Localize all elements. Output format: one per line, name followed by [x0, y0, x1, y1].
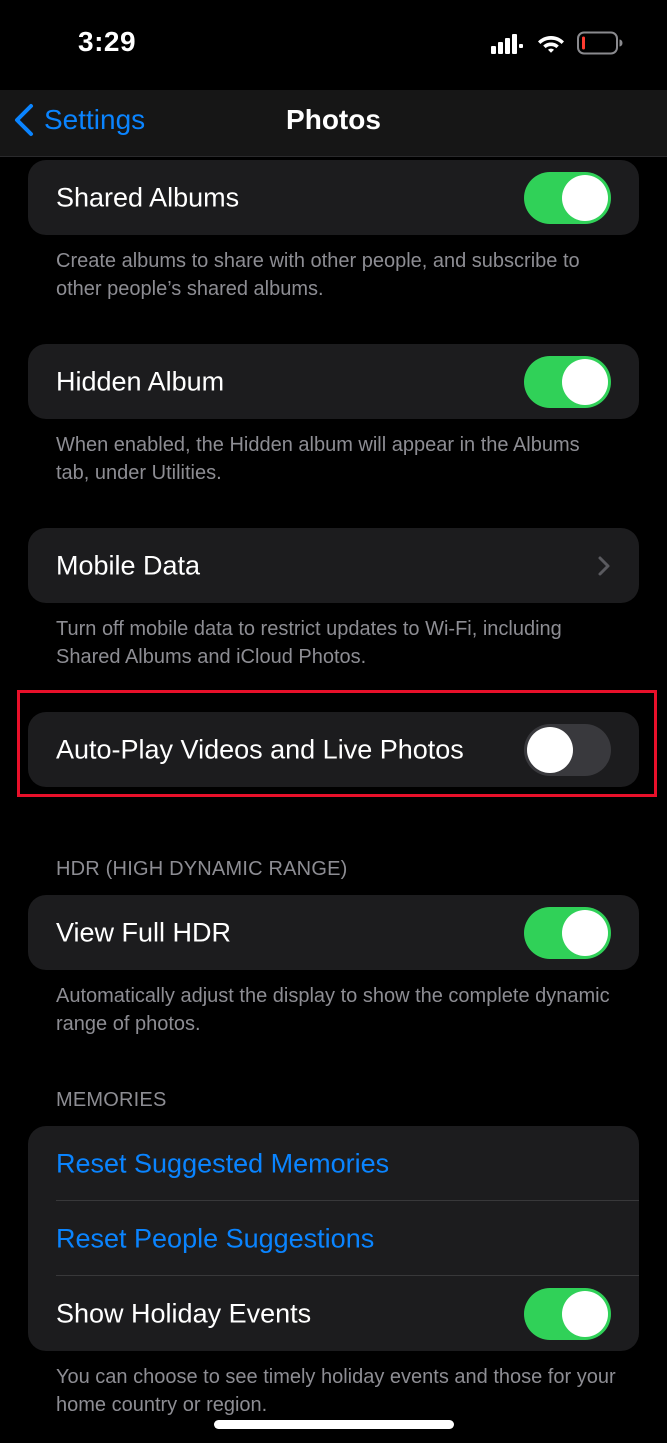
hidden-album-row: Hidden Album: [28, 344, 639, 419]
hdr-section-header: HDR (HIGH DYNAMIC RANGE): [56, 858, 348, 880]
reset-people-suggestions-button[interactable]: Reset People Suggestions: [56, 1223, 374, 1254]
reset-suggested-memories-row[interactable]: Reset Suggested Memories: [28, 1126, 639, 1201]
show-holiday-events-row: Show Holiday Events: [28, 1276, 639, 1351]
mobile-data-card: Mobile Data: [28, 528, 639, 603]
hidden-album-card: Hidden Album: [28, 344, 639, 419]
wifi-icon: [537, 32, 565, 59]
view-full-hdr-toggle[interactable]: [524, 906, 611, 959]
show-holiday-events-label: Show Holiday Events: [56, 1298, 312, 1328]
navigation-bar: Settings Photos: [0, 90, 667, 157]
toggle-knob: [562, 909, 608, 956]
home-indicator[interactable]: [214, 1420, 454, 1429]
reset-people-suggestions-row[interactable]: Reset People Suggestions: [28, 1201, 639, 1276]
mobile-data-label: Mobile Data: [56, 550, 201, 580]
cellular-signal-icon: [491, 32, 525, 59]
toggle-knob: [562, 1290, 608, 1337]
hdr-footer: Automatically adjust the display to show…: [56, 985, 610, 1035]
hdr-card: View Full HDR: [28, 895, 639, 970]
shared-albums-footer: Create albums to share with other people…: [56, 250, 580, 300]
reset-suggested-memories-button[interactable]: Reset Suggested Memories: [56, 1148, 389, 1179]
mobile-data-footer: Turn off mobile data to restrict updates…: [56, 618, 562, 668]
shared-albums-label: Shared Albums: [56, 182, 240, 212]
hidden-album-toggle[interactable]: [524, 355, 611, 408]
status-bar: 3:29: [0, 0, 667, 90]
toggle-knob: [562, 174, 608, 221]
shared-albums-toggle[interactable]: [524, 171, 611, 224]
page-title: Photos: [286, 104, 381, 135]
view-full-hdr-row: View Full HDR: [28, 895, 639, 970]
memories-section-header: MEMORIES: [56, 1089, 167, 1111]
hidden-album-label: Hidden Album: [56, 366, 225, 396]
highlight-annotation-box: [17, 690, 657, 797]
mobile-data-row[interactable]: Mobile Data: [28, 528, 639, 603]
shared-albums-card: Shared Albums: [28, 160, 639, 235]
shared-albums-row: Shared Albums: [28, 160, 639, 235]
status-icons: [491, 31, 623, 60]
view-full-hdr-label: View Full HDR: [56, 917, 232, 947]
chevron-right-icon: [598, 556, 610, 575]
hidden-album-footer: When enabled, the Hidden album will appe…: [56, 434, 580, 484]
memories-footer: You can choose to see timely holiday eve…: [56, 1366, 616, 1416]
battery-low-icon: [577, 31, 623, 60]
status-time: 3:29: [78, 26, 137, 57]
toggle-knob: [562, 358, 608, 405]
memories-card: Reset Suggested Memories Reset People Su…: [28, 1126, 639, 1351]
show-holiday-events-toggle[interactable]: [524, 1287, 611, 1340]
